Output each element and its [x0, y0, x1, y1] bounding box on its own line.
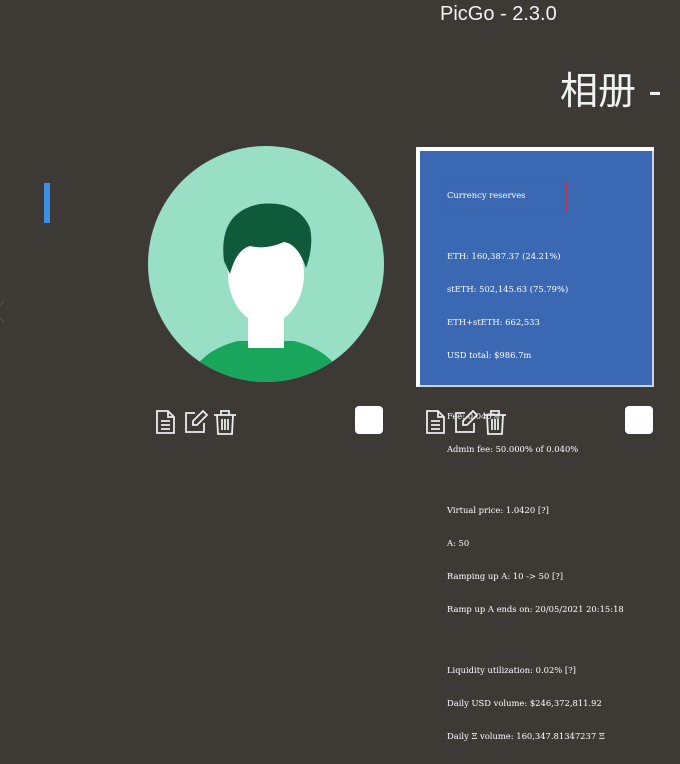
screenshot-line: Admin fee: 50.000% of 0.040% — [447, 444, 579, 454]
sidebar-active-indicator — [44, 183, 50, 223]
screenshot-line: A: 50 — [447, 538, 470, 548]
select-checkbox[interactable] — [355, 406, 383, 434]
delete-icon[interactable] — [210, 407, 240, 437]
screenshot-line: Daily Ξ volume: 160,347.81347237 Ξ — [447, 731, 605, 741]
avatar-image — [148, 146, 384, 382]
screenshot-line: Virtual price: 1.0420 [?] — [447, 505, 549, 515]
edit-icon[interactable] — [450, 407, 480, 437]
default-user-avatar-icon — [188, 203, 344, 382]
screenshot-line: Ramping up A: 10 -> 50 [?] — [447, 571, 564, 581]
page-title: 相册 - — [560, 69, 662, 113]
gallery-item-screenshot[interactable]: Currency reserves ETH: 160,387.37 (24.21… — [416, 147, 654, 741]
window-title: PicGo - 2.3.0 — [440, 3, 557, 25]
screenshot-line: Ramp up A ends on: 20/05/2021 20:15:18 — [447, 604, 624, 614]
gallery-item-avatar[interactable] — [145, 143, 385, 387]
item-actions — [150, 407, 240, 437]
collapse-chevron-icon[interactable] — [0, 300, 15, 323]
file-icon[interactable] — [420, 407, 450, 437]
delete-icon[interactable] — [480, 407, 510, 437]
edit-icon[interactable] — [180, 407, 210, 437]
screenshot-line: Liquidity utilization: 0.02% [?] — [447, 665, 576, 675]
select-checkbox[interactable] — [625, 406, 653, 434]
screenshot-line: Daily USD volume: $246,372,811.92 — [447, 698, 602, 708]
item-actions — [420, 407, 510, 437]
file-icon[interactable] — [150, 407, 180, 437]
